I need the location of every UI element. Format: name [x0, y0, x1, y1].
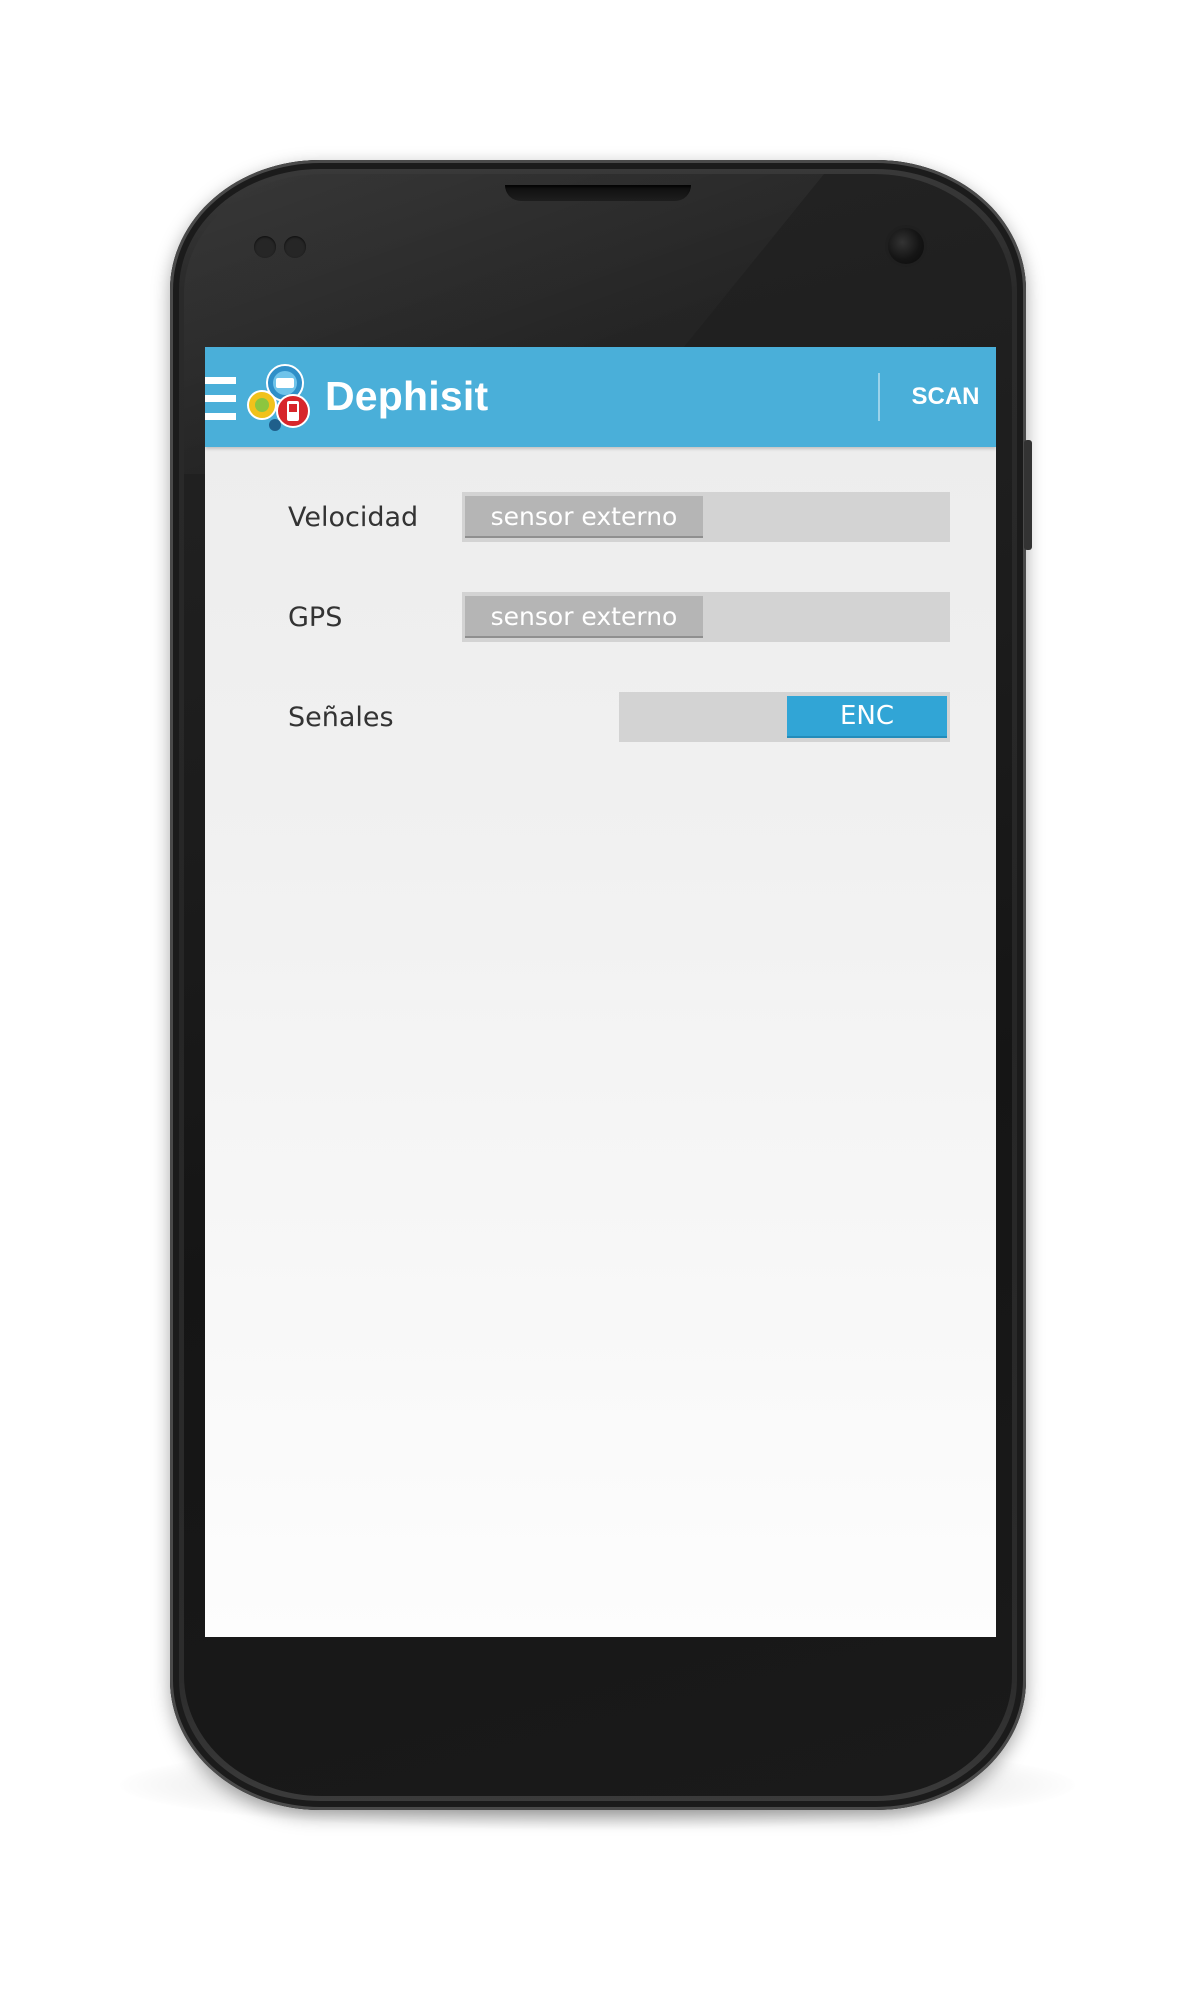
- app-logo-icon[interactable]: [245, 359, 317, 435]
- gps-selector[interactable]: sensor externo: [462, 592, 950, 642]
- app-title: Dephisit: [325, 373, 489, 419]
- setting-label: GPS: [288, 602, 343, 633]
- setting-row-gps: GPS sensor externo: [205, 592, 996, 652]
- velocidad-selected-option[interactable]: sensor externo: [465, 496, 703, 538]
- sensor-dot: [254, 236, 276, 258]
- proximity-sensors: [254, 236, 318, 260]
- gps-selected-option[interactable]: sensor externo: [465, 596, 703, 638]
- scan-button[interactable]: SCAN: [895, 373, 996, 421]
- front-camera-icon: [888, 228, 924, 264]
- menu-line: [205, 395, 236, 402]
- senales-toggle-thumb[interactable]: ENC: [787, 696, 947, 738]
- menu-line: [205, 377, 236, 384]
- power-button: [1024, 440, 1032, 550]
- senales-toggle[interactable]: ENC: [619, 692, 950, 742]
- velocidad-selector[interactable]: sensor externo: [462, 492, 950, 542]
- setting-label: Velocidad: [288, 502, 419, 533]
- device-mockup: Dephisit SCAN Velocidad sensor externo G…: [0, 0, 1195, 1994]
- setting-label: Señales: [288, 702, 394, 733]
- earpiece-speaker: [505, 185, 691, 201]
- app-screen: Dephisit SCAN Velocidad sensor externo G…: [205, 347, 996, 1637]
- setting-row-velocidad: Velocidad sensor externo: [205, 492, 996, 552]
- sensor-dot: [284, 236, 306, 258]
- setting-row-senales: Señales ENC: [205, 692, 996, 752]
- action-bar: Dephisit SCAN: [205, 347, 996, 447]
- action-divider: [878, 373, 880, 421]
- hamburger-menu-icon[interactable]: [205, 377, 237, 423]
- menu-line: [205, 413, 236, 420]
